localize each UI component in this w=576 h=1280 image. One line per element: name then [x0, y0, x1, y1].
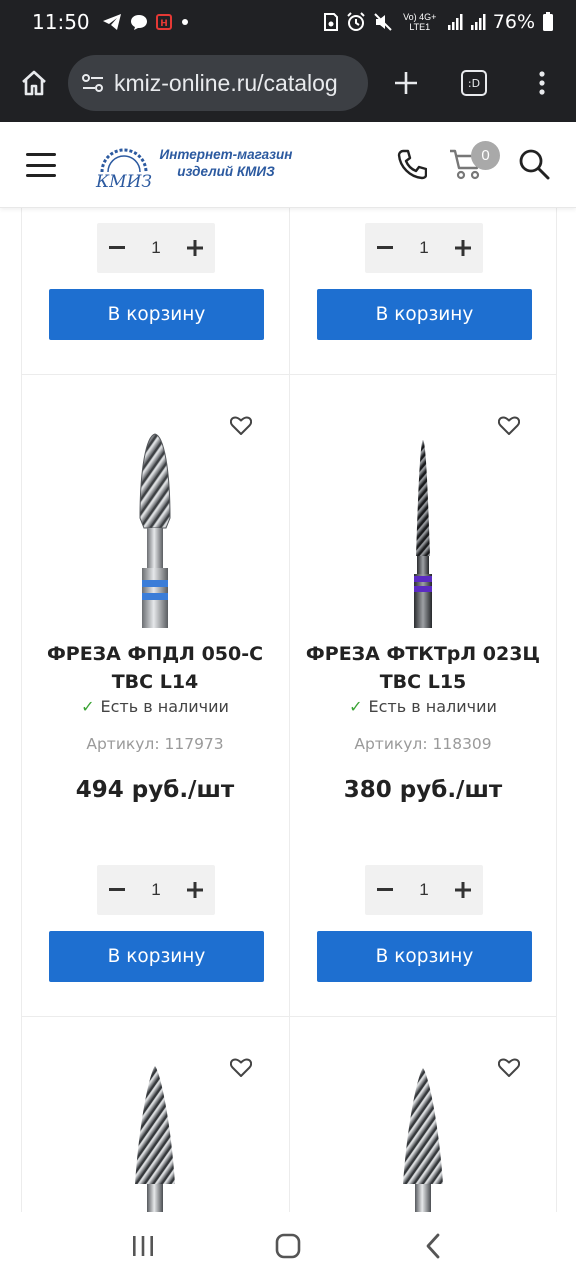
color-band: [414, 576, 432, 582]
alarm-icon: [347, 12, 365, 31]
decrease-quantity-button[interactable]: [365, 223, 405, 273]
phone-screen: 11:50 H Vo) 4G+ LTE1 76% kmiz-online.ru/…: [0, 0, 576, 1280]
battery-icon: [543, 12, 553, 31]
home-circle-icon: [275, 1233, 301, 1259]
favorite-heart-icon[interactable]: [228, 1055, 254, 1081]
stock-status-text: Есть в наличии: [100, 697, 229, 716]
quantity-value[interactable]: 1: [137, 865, 175, 915]
home-nav-button[interactable]: [258, 1216, 318, 1276]
product-price: 494 руб./шт: [75, 777, 235, 803]
stock-status: ✓ Есть в наличии: [303, 697, 543, 716]
logo-tagline-1: Интернет-магазин: [159, 147, 293, 162]
plus-icon: [395, 72, 417, 94]
new-tab-button[interactable]: [372, 44, 440, 122]
favorite-heart-icon[interactable]: [228, 413, 254, 439]
menu-hamburger-icon[interactable]: [26, 151, 56, 179]
mute-icon: [374, 13, 392, 31]
phone-icon[interactable]: [394, 146, 430, 182]
quantity-stepper[interactable]: 1: [97, 223, 215, 273]
url-text: kmiz-online.ru/catalog: [114, 69, 338, 96]
increase-quantity-button[interactable]: [443, 865, 483, 915]
site-settings-icon[interactable]: [80, 70, 106, 96]
logo-tagline-2: изделий КМИЗ: [177, 164, 275, 179]
search-icon[interactable]: [516, 146, 552, 182]
tab-switcher-button[interactable]: :D: [440, 44, 508, 122]
add-to-cart-button[interactable]: В корзину: [317, 931, 532, 982]
catalog-grid: 1 В корзину 1 В корзину ФРЕЗА ФПДЛ 050-С…: [0, 208, 576, 1212]
product-image-bur-cone[interactable]: [125, 1064, 185, 1212]
kmiz-logo-mark: КМИЗ: [95, 148, 152, 192]
color-band: [414, 586, 432, 592]
product-image-bur-ftdl[interactable]: [120, 430, 190, 630]
tab-count: :D: [467, 76, 481, 90]
cart-count-badge: 0: [471, 141, 500, 170]
product-price: 380 руб./шт: [343, 777, 503, 803]
telegram-icon: [102, 14, 121, 30]
stock-status: ✓ Есть в наличии: [35, 697, 275, 716]
checkmark-icon: ✓: [81, 697, 95, 716]
color-band: [142, 580, 168, 587]
status-time: 11:50: [32, 10, 90, 34]
product-sku: Артикул: 118309: [354, 735, 492, 753]
chat-bubble-icon: [130, 15, 147, 30]
signal-icon: [447, 14, 463, 30]
quantity-stepper[interactable]: 1: [365, 865, 483, 915]
more-vert-icon: [539, 71, 545, 95]
site-logo[interactable]: КМИЗ Интернет-магазин изделий КМИЗ: [94, 140, 294, 192]
product-title[interactable]: ФРЕЗА ФТКТрЛ 023Ц TBC L15: [303, 640, 543, 696]
add-to-cart-button[interactable]: В корзину: [317, 289, 532, 340]
recent-apps-icon: [132, 1236, 153, 1256]
product-title[interactable]: ФРЕЗА ФПДЛ 050-С TBC L14: [35, 640, 275, 696]
favorite-heart-icon[interactable]: [496, 413, 522, 439]
recent-apps-button[interactable]: [113, 1216, 173, 1276]
add-to-cart-button[interactable]: В корзину: [49, 931, 264, 982]
favorite-heart-icon[interactable]: [496, 1055, 522, 1081]
product-image-bur-ftktrl[interactable]: [400, 436, 446, 630]
status-bar: 11:50 H Vo) 4G+ LTE1 76%: [0, 0, 576, 44]
save-icon: [323, 13, 338, 31]
svg-text:H: H: [160, 19, 168, 29]
decrease-quantity-button[interactable]: [365, 865, 405, 915]
back-chevron-icon: [426, 1233, 440, 1259]
home-icon: [22, 70, 46, 96]
stock-status-text: Есть в наличии: [368, 697, 497, 716]
product-sku: Артикул: 117973: [86, 735, 224, 753]
quantity-value[interactable]: 1: [405, 223, 443, 273]
quantity-stepper[interactable]: 1: [97, 865, 215, 915]
product-image-bur-cone-2[interactable]: [393, 1066, 453, 1212]
quantity-stepper[interactable]: 1: [365, 223, 483, 273]
android-navigation-bar: [0, 1212, 576, 1280]
browser-menu-button[interactable]: [508, 44, 576, 122]
increase-quantity-button[interactable]: [175, 223, 215, 273]
quantity-value[interactable]: 1: [137, 223, 175, 273]
increase-quantity-button[interactable]: [175, 865, 215, 915]
battery-percent: 76%: [492, 11, 535, 33]
news-app-icon: H: [155, 14, 172, 30]
address-bar[interactable]: kmiz-online.ru/catalog: [68, 55, 368, 111]
quantity-value[interactable]: 1: [405, 865, 443, 915]
increase-quantity-button[interactable]: [443, 223, 483, 273]
back-button[interactable]: [403, 1216, 463, 1276]
add-to-cart-button[interactable]: В корзину: [49, 289, 264, 340]
color-band: [142, 593, 168, 600]
tab-switcher-icon: :D: [461, 70, 487, 96]
checkmark-icon: ✓: [349, 697, 363, 716]
home-button[interactable]: [0, 44, 68, 122]
decrease-quantity-button[interactable]: [97, 865, 137, 915]
dot-icon: [181, 19, 188, 25]
browser-toolbar: kmiz-online.ru/catalog :D: [0, 44, 576, 122]
network-label: Vo) 4G+ LTE1: [403, 12, 437, 32]
decrease-quantity-button[interactable]: [97, 223, 137, 273]
logo-text: КМИЗ: [95, 172, 152, 192]
signal-icon: [470, 14, 486, 30]
